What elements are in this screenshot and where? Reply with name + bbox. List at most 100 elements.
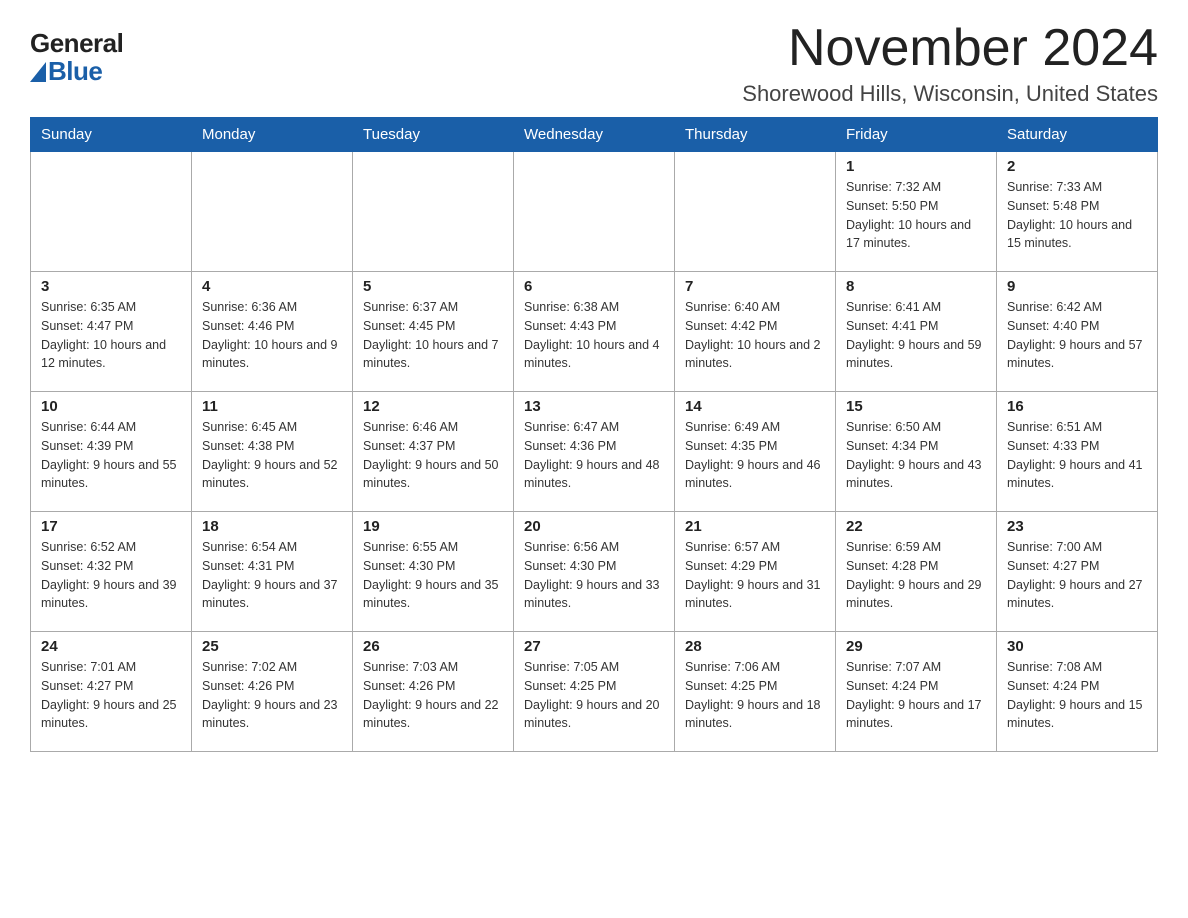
weekday-header-tuesday: Tuesday	[353, 118, 514, 152]
header: General Blue November 2024 Shorewood Hil…	[30, 20, 1158, 107]
week-row-3: 10 Sunrise: 6:44 AMSunset: 4:39 PMDayligh…	[31, 392, 1158, 512]
day-number: 6	[524, 278, 664, 295]
calendar-cell: 17 Sunrise: 6:52 AMSunset: 4:32 PMDayligh…	[31, 512, 192, 632]
weekday-header-wednesday: Wednesday	[514, 118, 675, 152]
day-info: Sunrise: 7:08 AMSunset: 4:24 PMDaylight:…	[1007, 658, 1147, 733]
day-info: Sunrise: 6:57 AMSunset: 4:29 PMDaylight:…	[685, 538, 825, 613]
calendar-cell: 12 Sunrise: 6:46 AMSunset: 4:37 PMDayligh…	[353, 392, 514, 512]
day-number: 13	[524, 398, 664, 415]
logo: General Blue	[30, 30, 123, 87]
logo-triangle-icon	[30, 62, 46, 82]
logo-blue-text: Blue	[48, 56, 102, 87]
day-info: Sunrise: 6:42 AMSunset: 4:40 PMDaylight:…	[1007, 298, 1147, 373]
calendar-cell: 22 Sunrise: 6:59 AMSunset: 4:28 PMDayligh…	[836, 512, 997, 632]
calendar-cell: 10 Sunrise: 6:44 AMSunset: 4:39 PMDayligh…	[31, 392, 192, 512]
day-info: Sunrise: 7:05 AMSunset: 4:25 PMDaylight:…	[524, 658, 664, 733]
calendar-cell: 21Sunrise: 6:57 AMSunset: 4:29 PMDayligh…	[675, 512, 836, 632]
day-number: 10	[41, 398, 181, 415]
week-row-2: 3 Sunrise: 6:35 AMSunset: 4:47 PMDaylight…	[31, 272, 1158, 392]
day-number: 23	[1007, 518, 1147, 535]
day-info: Sunrise: 6:50 AMSunset: 4:34 PMDaylight:…	[846, 418, 986, 493]
day-number: 8	[846, 278, 986, 295]
day-number: 15	[846, 398, 986, 415]
day-info: Sunrise: 6:41 AMSunset: 4:41 PMDaylight:…	[846, 298, 986, 373]
day-info: Sunrise: 6:54 AMSunset: 4:31 PMDaylight:…	[202, 538, 342, 613]
day-info: Sunrise: 7:03 AMSunset: 4:26 PMDaylight:…	[363, 658, 503, 733]
calendar-cell: 20 Sunrise: 6:56 AMSunset: 4:30 PMDayligh…	[514, 512, 675, 632]
calendar-cell: 9 Sunrise: 6:42 AMSunset: 4:40 PMDaylight…	[997, 272, 1158, 392]
day-info: Sunrise: 6:36 AMSunset: 4:46 PMDaylight:…	[202, 298, 342, 373]
calendar-cell: 7 Sunrise: 6:40 AMSunset: 4:42 PMDaylight…	[675, 272, 836, 392]
calendar-cell: 16 Sunrise: 6:51 AMSunset: 4:33 PMDayligh…	[997, 392, 1158, 512]
day-number: 25	[202, 638, 342, 655]
day-number: 5	[363, 278, 503, 295]
day-number: 27	[524, 638, 664, 655]
day-number: 1	[846, 158, 986, 175]
calendar-cell: 27 Sunrise: 7:05 AMSunset: 4:25 PMDayligh…	[514, 632, 675, 752]
day-number: 20	[524, 518, 664, 535]
calendar-cell: 3 Sunrise: 6:35 AMSunset: 4:47 PMDaylight…	[31, 272, 192, 392]
day-info: Sunrise: 6:35 AMSunset: 4:47 PMDaylight:…	[41, 298, 181, 373]
weekday-header-sunday: Sunday	[31, 118, 192, 152]
calendar-cell	[31, 152, 192, 272]
day-info: Sunrise: 7:02 AMSunset: 4:26 PMDaylight:…	[202, 658, 342, 733]
weekday-header-row: SundayMondayTuesdayWednesdayThursdayFrid…	[31, 118, 1158, 152]
day-info: Sunrise: 6:40 AMSunset: 4:42 PMDaylight:…	[685, 298, 825, 373]
calendar-cell	[514, 152, 675, 272]
day-number: 14	[685, 398, 825, 415]
day-info: Sunrise: 7:33 AMSunset: 5:48 PMDaylight:…	[1007, 178, 1147, 253]
day-info: Sunrise: 6:52 AMSunset: 4:32 PMDaylight:…	[41, 538, 181, 613]
calendar-cell: 11Sunrise: 6:45 AMSunset: 4:38 PMDayligh…	[192, 392, 353, 512]
day-info: Sunrise: 6:49 AMSunset: 4:35 PMDaylight:…	[685, 418, 825, 493]
day-number: 19	[363, 518, 503, 535]
weekday-header-monday: Monday	[192, 118, 353, 152]
day-info: Sunrise: 6:38 AMSunset: 4:43 PMDaylight:…	[524, 298, 664, 373]
day-number: 30	[1007, 638, 1147, 655]
day-number: 9	[1007, 278, 1147, 295]
day-number: 2	[1007, 158, 1147, 175]
calendar-cell: 29Sunrise: 7:07 AMSunset: 4:24 PMDayligh…	[836, 632, 997, 752]
day-number: 12	[363, 398, 503, 415]
weekday-header-friday: Friday	[836, 118, 997, 152]
calendar-cell: 15 Sunrise: 6:50 AMSunset: 4:34 PMDayligh…	[836, 392, 997, 512]
day-number: 11	[202, 398, 342, 415]
calendar-cell: 1 Sunrise: 7:32 AMSunset: 5:50 PMDaylight…	[836, 152, 997, 272]
calendar-cell: 13 Sunrise: 6:47 AMSunset: 4:36 PMDayligh…	[514, 392, 675, 512]
calendar-cell: 25 Sunrise: 7:02 AMSunset: 4:26 PMDayligh…	[192, 632, 353, 752]
day-number: 7	[685, 278, 825, 295]
calendar-cell: 28Sunrise: 7:06 AMSunset: 4:25 PMDayligh…	[675, 632, 836, 752]
calendar-cell: 6 Sunrise: 6:38 AMSunset: 4:43 PMDaylight…	[514, 272, 675, 392]
calendar-cell: 26Sunrise: 7:03 AMSunset: 4:26 PMDayligh…	[353, 632, 514, 752]
day-info: Sunrise: 6:59 AMSunset: 4:28 PMDaylight:…	[846, 538, 986, 613]
calendar-cell: 18 Sunrise: 6:54 AMSunset: 4:31 PMDayligh…	[192, 512, 353, 632]
calendar-cell	[353, 152, 514, 272]
day-info: Sunrise: 6:46 AMSunset: 4:37 PMDaylight:…	[363, 418, 503, 493]
day-number: 29	[846, 638, 986, 655]
day-number: 22	[846, 518, 986, 535]
weekday-header-saturday: Saturday	[997, 118, 1158, 152]
day-number: 24	[41, 638, 181, 655]
calendar-cell: 23Sunrise: 7:00 AMSunset: 4:27 PMDayligh…	[997, 512, 1158, 632]
day-info: Sunrise: 6:51 AMSunset: 4:33 PMDaylight:…	[1007, 418, 1147, 493]
day-info: Sunrise: 6:55 AMSunset: 4:30 PMDaylight:…	[363, 538, 503, 613]
day-number: 18	[202, 518, 342, 535]
weekday-header-thursday: Thursday	[675, 118, 836, 152]
week-row-4: 17 Sunrise: 6:52 AMSunset: 4:32 PMDayligh…	[31, 512, 1158, 632]
day-info: Sunrise: 6:47 AMSunset: 4:36 PMDaylight:…	[524, 418, 664, 493]
calendar-cell: 8 Sunrise: 6:41 AMSunset: 4:41 PMDaylight…	[836, 272, 997, 392]
month-title: November 2024	[742, 20, 1158, 77]
day-number: 3	[41, 278, 181, 295]
day-info: Sunrise: 7:32 AMSunset: 5:50 PMDaylight:…	[846, 178, 986, 253]
calendar-cell	[675, 152, 836, 272]
day-number: 17	[41, 518, 181, 535]
day-info: Sunrise: 6:44 AMSunset: 4:39 PMDaylight:…	[41, 418, 181, 493]
day-info: Sunrise: 7:01 AMSunset: 4:27 PMDaylight:…	[41, 658, 181, 733]
logo-blue-area: Blue	[30, 56, 102, 87]
calendar-cell: 5Sunrise: 6:37 AMSunset: 4:45 PMDaylight…	[353, 272, 514, 392]
day-info: Sunrise: 6:56 AMSunset: 4:30 PMDaylight:…	[524, 538, 664, 613]
week-row-1: 1 Sunrise: 7:32 AMSunset: 5:50 PMDaylight…	[31, 152, 1158, 272]
location-title: Shorewood Hills, Wisconsin, United State…	[742, 81, 1158, 107]
day-number: 28	[685, 638, 825, 655]
calendar-cell: 30 Sunrise: 7:08 AMSunset: 4:24 PMDayligh…	[997, 632, 1158, 752]
day-number: 16	[1007, 398, 1147, 415]
